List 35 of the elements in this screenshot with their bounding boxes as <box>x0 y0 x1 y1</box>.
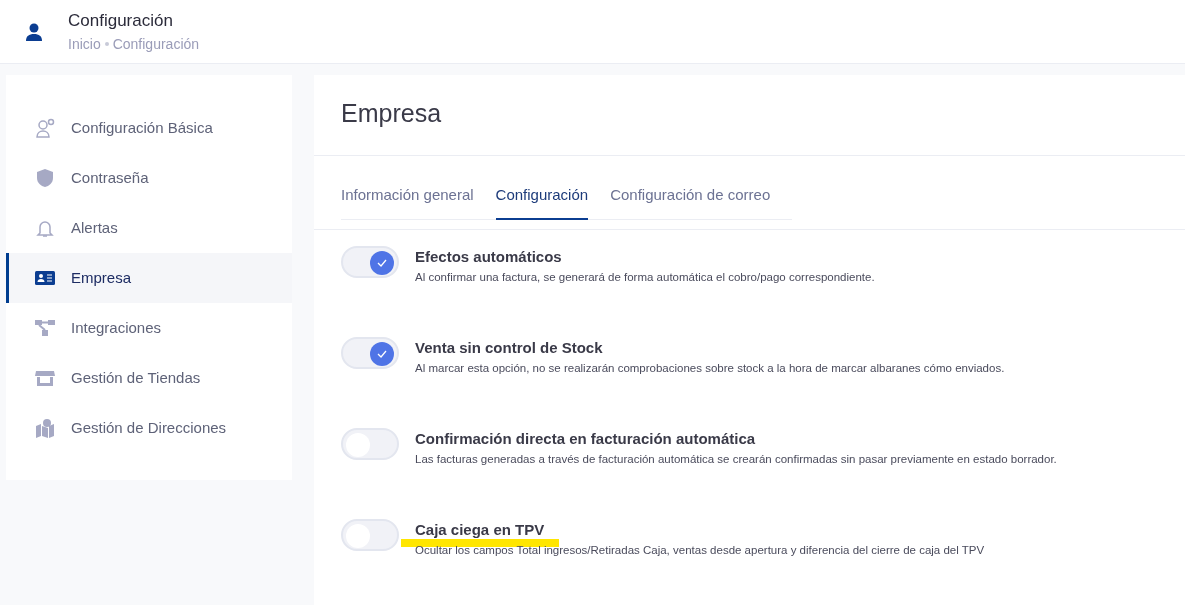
toggle-switch[interactable] <box>341 337 399 369</box>
panel-title: Empresa <box>314 75 1185 156</box>
id-card-icon <box>35 268 55 288</box>
toggle-switch[interactable] <box>341 428 399 460</box>
sidebar-item[interactable]: Alertas <box>6 203 292 253</box>
sidebar-item[interactable]: Configuración Básica <box>6 103 292 153</box>
setting-description: Ocultar los campos Total ingresos/Retiradas Caja, ventas desde apertura y diferencia del cierre de caja del TPV <box>415 542 985 558</box>
setting-description: Las facturas generadas a través de facturación automática se crearán confirmadas sin pasar previamente en estado borrador. <box>415 451 1057 467</box>
tab[interactable]: Configuración <box>495 177 589 220</box>
toggle-switch[interactable] <box>341 246 399 278</box>
bell-icon <box>35 218 55 238</box>
shield-icon <box>35 168 55 188</box>
breadcrumb-separator <box>104 42 109 47</box>
setting-title: Confirmación directa en facturación automática <box>415 429 757 449</box>
setting-title: Venta sin control de Stock <box>415 338 604 358</box>
page-title: Configuración <box>68 10 174 33</box>
sidebar-item[interactable]: Contraseña <box>6 153 292 203</box>
tab[interactable]: Configuración de correo <box>610 177 771 220</box>
toggle-switch[interactable] <box>341 519 399 551</box>
network-icon <box>35 318 55 338</box>
store-icon <box>35 368 55 388</box>
map-pin-icon <box>35 418 55 438</box>
setting-title: Efectos automáticos <box>415 247 563 267</box>
check-icon <box>377 259 387 267</box>
tab[interactable]: Información general <box>341 177 474 220</box>
setting-title: Caja ciega en TPV <box>415 520 546 540</box>
sidebar-item[interactable]: Gestión de Direcciones <box>6 403 292 453</box>
check-icon <box>377 350 387 358</box>
sidebar-item[interactable]: Integraciones <box>6 303 292 353</box>
sidebar-item[interactable]: Gestión de Tiendas <box>6 353 292 403</box>
setting-description: Al confirmar una factura, se generará de forma automática el cobro/pago correspondiente. <box>415 269 875 285</box>
setting-description: Al marcar esta opción, no se realizarán comprobaciones sobre stock a la hora de marcar albaranes cómo enviados. <box>415 360 1005 376</box>
user-icon <box>24 21 44 42</box>
user-gear-icon <box>35 118 55 138</box>
sidebar-item[interactable]: Empresa <box>6 253 292 303</box>
